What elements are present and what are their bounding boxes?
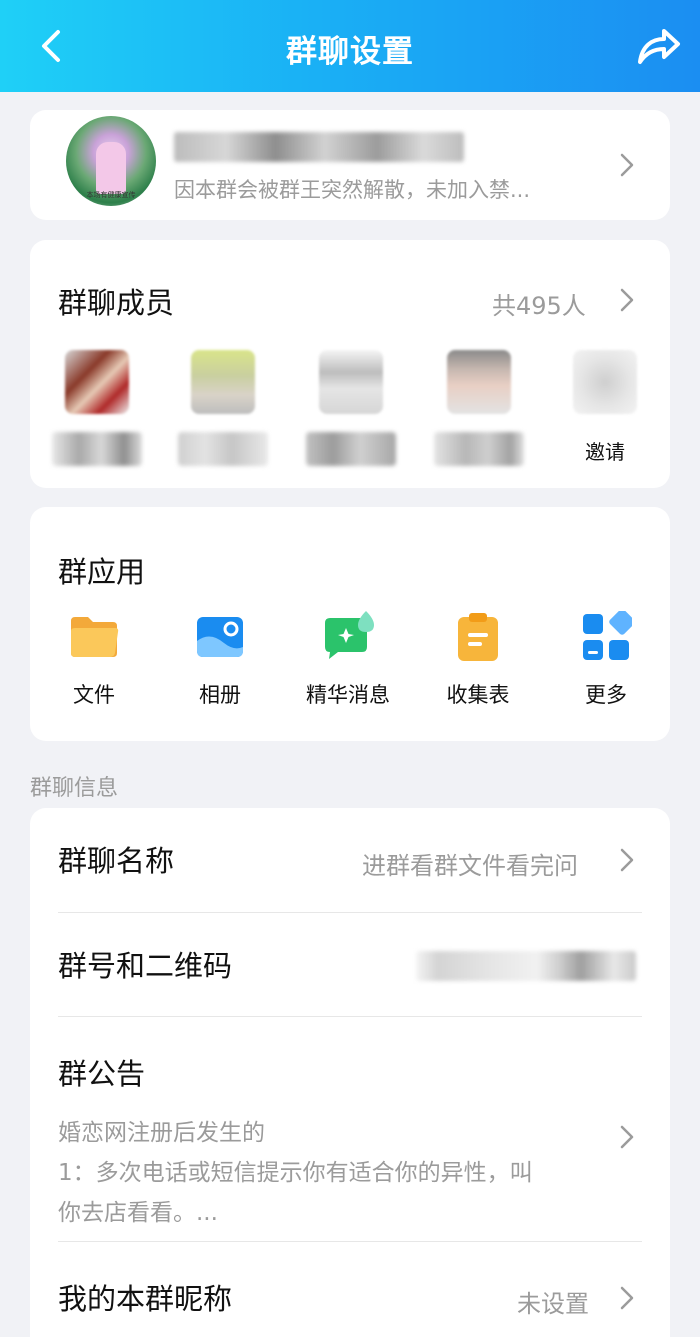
- member-avatar-3[interactable]: [306, 350, 396, 470]
- group-profile-card[interactable]: 本场有健康宣传 因本群会被群王突然解散，未加入禁...: [30, 110, 670, 220]
- app-collection-form[interactable]: 收集表: [418, 611, 538, 711]
- app-label: 收集表: [446, 683, 510, 707]
- notice-line: 你去店看看。...: [58, 1200, 218, 1226]
- member-avatar-1[interactable]: [52, 350, 142, 470]
- group-info-section-label: 群聊信息: [30, 776, 119, 801]
- chevron-right-icon: [620, 153, 634, 177]
- avatar: [319, 350, 383, 414]
- notice-line: 1：多次电话或短信提示你有适合你的异性，叫: [58, 1160, 533, 1186]
- app-label: 相册: [199, 683, 241, 707]
- app-files[interactable]: 文件: [34, 611, 154, 711]
- group-apps-card: 群应用 文件 相册 精华消息 收集表 更多: [30, 507, 670, 741]
- group-name-value: 进群看群文件看完问: [362, 852, 578, 880]
- members-title: 群聊成员: [58, 286, 175, 320]
- group-notice-label: 群公告: [58, 1057, 146, 1091]
- page-title: 群聊设置: [286, 34, 414, 70]
- chevron-right-icon: [620, 1286, 634, 1310]
- group-subtitle: 因本群会被群王突然解散，未加入禁...: [174, 178, 531, 202]
- share-icon[interactable]: [634, 24, 682, 68]
- group-name-label: 群聊名称: [58, 844, 175, 878]
- member-name-blurred: [178, 432, 268, 466]
- apps-title: 群应用: [58, 555, 146, 589]
- more-apps-icon: [583, 611, 632, 660]
- group-info-card: 群聊名称 进群看群文件看完问 群号和二维码 群公告 婚恋网注册后发生的 1：多次…: [30, 808, 670, 1337]
- group-avatar-caption: 本场有健康宣传: [86, 191, 136, 199]
- group-notice-preview: 婚恋网注册后发生的 1：多次电话或短信提示你有适合你的异性，叫 你去店看看。..…: [58, 1113, 618, 1233]
- member-name-blurred: [434, 432, 524, 466]
- avatar: [191, 350, 255, 414]
- chevron-right-icon: [620, 1125, 634, 1149]
- group-notice-row[interactable]: 群公告 婚恋网注册后发生的 1：多次电话或短信提示你有适合你的异性，叫 你去店看…: [30, 1017, 670, 1241]
- my-group-nickname-value: 未设置: [517, 1290, 589, 1318]
- member-count[interactable]: 共495人: [492, 286, 586, 321]
- app-label: 文件: [73, 683, 115, 707]
- member-name-blurred: [52, 432, 142, 466]
- chevron-right-icon: [620, 288, 634, 312]
- app-more[interactable]: 更多: [546, 611, 666, 711]
- group-members-card: 群聊成员 共495人 邀请: [30, 240, 670, 488]
- member-avatar-2[interactable]: [178, 350, 268, 470]
- app-label: 精华消息: [306, 683, 390, 707]
- essence-message-icon: [325, 611, 374, 659]
- avatar: [447, 350, 511, 414]
- my-group-nickname-label: 我的本群昵称: [58, 1282, 233, 1316]
- album-icon: [197, 617, 243, 657]
- group-number-qr-row[interactable]: 群号和二维码: [30, 913, 670, 1016]
- my-group-nickname-row[interactable]: 我的本群昵称 未设置: [30, 1242, 670, 1337]
- title-bar: 群聊设置: [0, 0, 700, 92]
- group-avatar: 本场有健康宣传: [66, 116, 156, 206]
- notice-line: 婚恋网注册后发生的: [58, 1120, 265, 1146]
- member-name-blurred: [306, 432, 396, 466]
- group-name-row[interactable]: 群聊名称 进群看群文件看完问: [30, 808, 670, 912]
- app-album[interactable]: 相册: [160, 611, 280, 711]
- member-avatar-4[interactable]: [434, 350, 524, 470]
- chevron-right-icon: [620, 848, 634, 872]
- avatar: [65, 350, 129, 414]
- invite-button[interactable]: 邀请: [560, 350, 650, 470]
- app-essence-messages[interactable]: 精华消息: [288, 611, 408, 711]
- folder-icon: [71, 617, 119, 657]
- collection-form-icon: [458, 613, 498, 661]
- group-number-qr-label: 群号和二维码: [58, 949, 233, 983]
- invite-label: 邀请: [585, 440, 625, 464]
- app-label: 更多: [585, 683, 627, 707]
- add-member-icon: [573, 350, 637, 414]
